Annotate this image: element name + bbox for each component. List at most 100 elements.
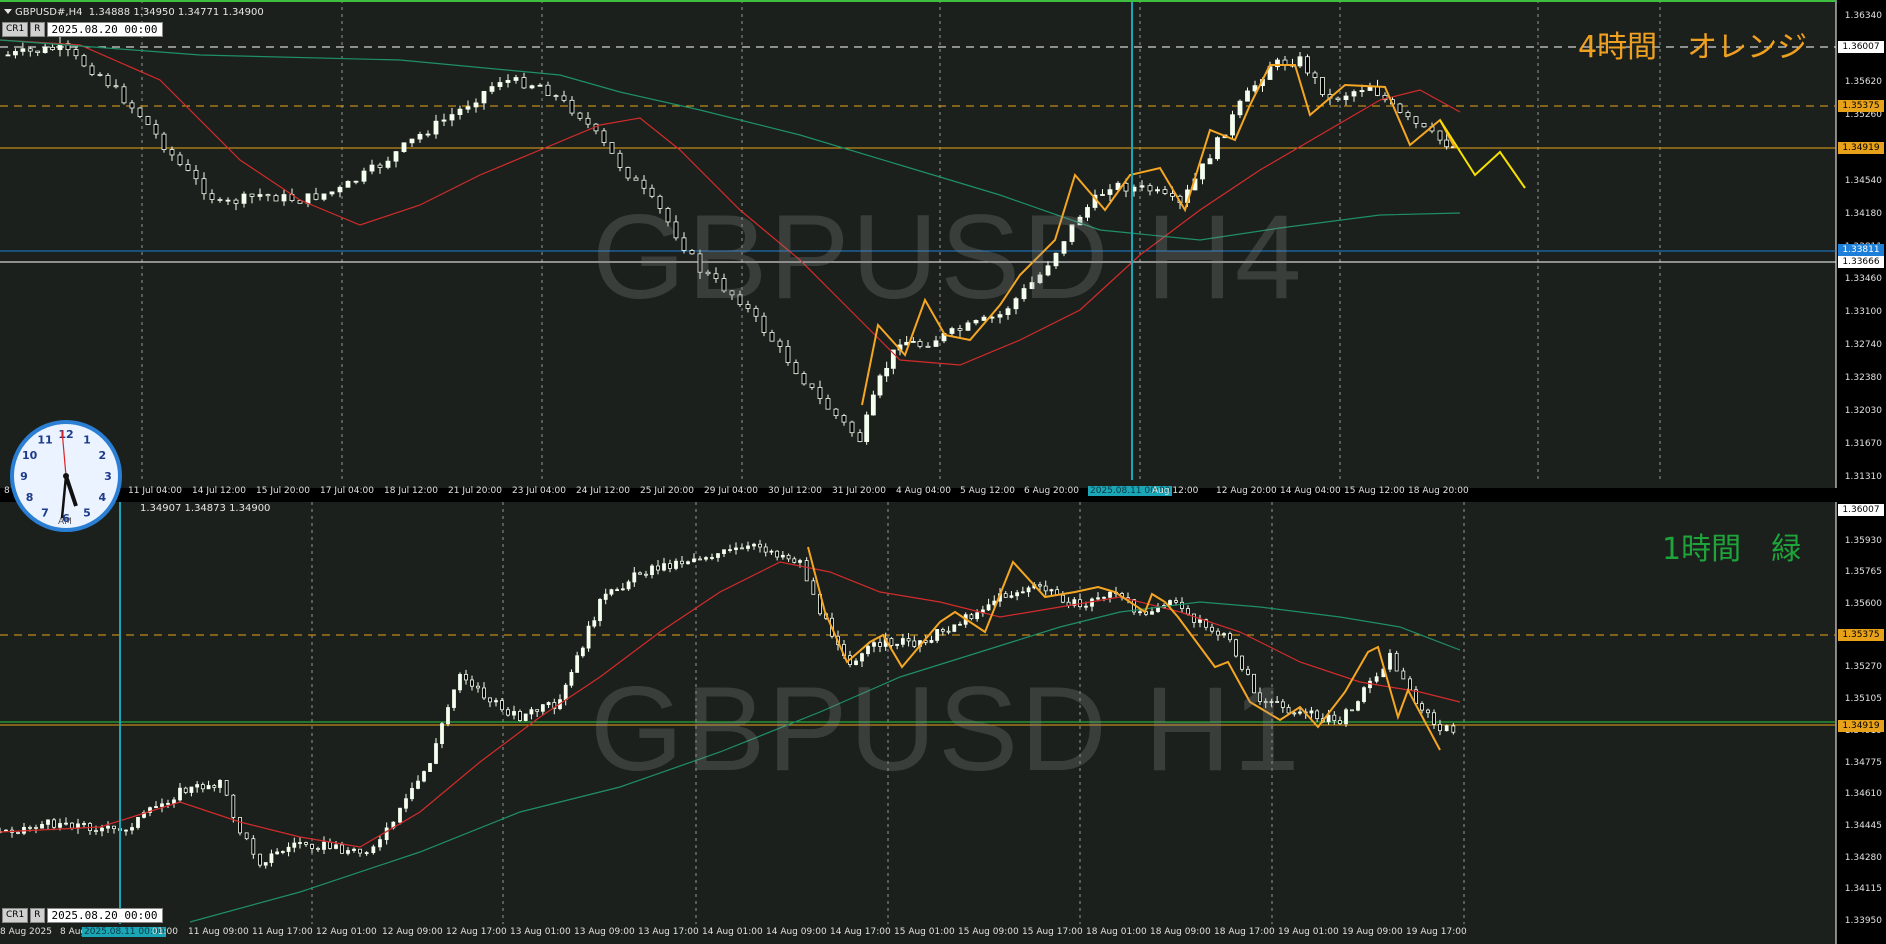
candle-body [1401, 670, 1406, 680]
clock-center [63, 473, 69, 479]
candle-body [650, 565, 654, 576]
candle-body [273, 195, 279, 202]
candle-body [798, 560, 802, 563]
candle-body [864, 414, 870, 443]
h1-date-box[interactable]: 2025.08.20 00:00 [46, 908, 163, 923]
candle-body [401, 142, 407, 152]
cr1-button[interactable]: CR1 [2, 22, 29, 37]
candle-body [124, 829, 128, 832]
r-button[interactable]: R [30, 908, 45, 923]
candle-body [1003, 593, 1008, 598]
candle-body [1444, 725, 1449, 732]
candle-body [889, 638, 894, 646]
candle-body [577, 112, 583, 119]
candle-body [160, 803, 164, 807]
candle-body [758, 543, 762, 548]
candle-body [441, 119, 447, 122]
menu-triangle-icon[interactable] [4, 9, 12, 14]
candle-body [777, 340, 783, 347]
h1-watermark: GBPUSD H1 [590, 662, 1302, 796]
candle-body [1367, 86, 1373, 91]
candle-body [615, 589, 620, 592]
candle-body [94, 830, 98, 832]
candle-body [698, 558, 702, 561]
candle-body [13, 51, 18, 56]
candle-body [1405, 112, 1411, 118]
candle-body [1222, 633, 1226, 636]
candle-body [505, 80, 511, 83]
candle-body [710, 557, 714, 559]
candle-body [769, 550, 774, 553]
candle-body [195, 784, 200, 788]
price-axis-label: 1.34775 [1844, 757, 1882, 768]
price-axis-label: 1.34115 [1844, 884, 1882, 895]
time-axis-label: 18 Aug 20:00 [1408, 486, 1469, 496]
h4-chart-pane[interactable]: GBPUSD#,H4 1.34888 1.34950 1.34771 1.349… [0, 0, 1886, 496]
candle-body [1026, 587, 1031, 593]
candle-body [537, 84, 543, 87]
candle-body [121, 86, 127, 104]
time-axis-label: 15 Aug 17:00 [1022, 927, 1083, 937]
candle-body [1368, 680, 1372, 689]
candle-body [870, 394, 876, 416]
candle-body [50, 46, 55, 51]
time-axis-label: 12 Aug 17:00 [446, 927, 507, 937]
candle-body [849, 421, 855, 434]
candle-body [494, 700, 498, 703]
candle-body [154, 806, 158, 809]
candle-body [1215, 137, 1220, 160]
candle-body [292, 842, 297, 848]
price-axis-label: 1.35765 [1844, 567, 1882, 578]
candle-body [425, 133, 431, 136]
r-button[interactable]: R [30, 22, 45, 37]
time-axis-label: 5 Aug 12:00 [960, 486, 1015, 496]
candle-body [704, 557, 708, 560]
time-axis-label: 19 Aug 01:00 [1278, 927, 1339, 937]
candle-body [752, 543, 756, 547]
h4-header: GBPUSD#,H4 1.34888 1.34950 1.34771 1.349… [4, 7, 264, 18]
candle-body [465, 106, 471, 110]
candle-body [1432, 712, 1436, 725]
candle-body [775, 550, 780, 558]
candle-body [458, 674, 462, 691]
candle-body [153, 124, 159, 135]
candle-body [321, 193, 327, 200]
h4-watermark: GBPUSD H4 [592, 190, 1304, 324]
candle-body [740, 547, 744, 550]
candle-body [70, 822, 74, 829]
candle-body [384, 827, 389, 841]
candle-body [746, 545, 750, 549]
candle-body [986, 604, 991, 611]
candle-body [857, 432, 863, 443]
candle-body [251, 838, 256, 855]
candle-body [20, 48, 26, 52]
candle-body [178, 787, 182, 801]
candle-body [804, 560, 809, 582]
candle-body [310, 843, 314, 849]
cr1-button[interactable]: CR1 [2, 908, 29, 923]
h1-chart-pane[interactable]: 1.34907 1.34873 1.34900 CR1 R 2025.08.20… [0, 502, 1886, 944]
candle-body [975, 612, 980, 620]
price-tag: 1.35375 [1838, 629, 1884, 641]
candle-body [1084, 605, 1088, 608]
candle-body [1015, 592, 1020, 597]
candle-body [1180, 601, 1184, 609]
candle-body [364, 852, 369, 855]
candle-body [1150, 611, 1154, 615]
candle-body [841, 415, 847, 423]
clock-ampm: AM [58, 517, 72, 527]
candle-body [609, 142, 615, 154]
candle-body [58, 823, 62, 828]
candle-body [592, 620, 597, 627]
candle-body [817, 387, 823, 399]
h4-date-box[interactable]: 2025.08.20 00:00 [46, 22, 163, 37]
candle-body [358, 848, 362, 854]
candle-body [1338, 720, 1342, 725]
candle-body [716, 553, 720, 558]
candle-body [81, 55, 87, 67]
candle-body [1138, 611, 1142, 614]
candle-body [1237, 100, 1243, 116]
candle-body [42, 46, 48, 53]
candle-body [1451, 725, 1456, 733]
analog-clock[interactable]: 12 1 2 3 4 5 6 7 8 9 10 11 AM [8, 418, 124, 534]
